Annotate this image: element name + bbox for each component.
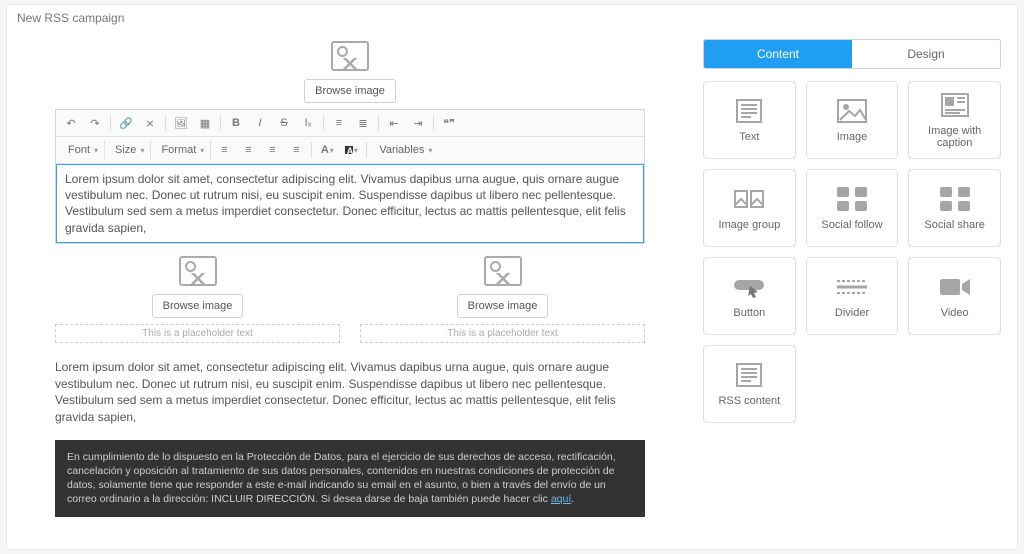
right-panel: Content Design Text Image <box>693 27 1017 549</box>
numbered-list-icon[interactable]: ≡ <box>328 113 350 133</box>
strike-button[interactable]: S <box>273 113 295 133</box>
clear-format-button[interactable]: Iₓ <box>297 113 319 133</box>
block-label: Image with caption <box>909 125 1000 149</box>
block-label: Image group <box>718 219 780 231</box>
video-block-icon <box>937 273 973 301</box>
block-label: Divider <box>835 307 869 319</box>
blockquote-icon[interactable]: ❝❞ <box>438 113 460 133</box>
toolbar-separator <box>110 115 111 131</box>
toolbar-separator <box>323 115 324 131</box>
block-label: Social follow <box>821 219 882 231</box>
social-follow-block-icon <box>834 185 870 213</box>
toolbar-separator <box>433 115 434 131</box>
align-right-icon[interactable]: ≡ <box>261 140 283 160</box>
unlink-icon[interactable]: ⨯ <box>139 113 161 133</box>
image-caption-block-right: Browse image This is a placeholder text <box>360 256 645 343</box>
block-rss-content[interactable]: RSS content <box>703 345 796 423</box>
caption-placeholder[interactable]: This is a placeholder text <box>55 324 340 343</box>
footer-unsubscribe-link[interactable]: aquí <box>551 493 571 505</box>
outdent-icon[interactable]: ⇤ <box>383 113 405 133</box>
bold-button[interactable]: B <box>225 113 247 133</box>
panel-tabs: Content Design <box>703 39 1001 69</box>
block-label: Image <box>837 131 868 143</box>
social-share-block-icon <box>937 185 973 213</box>
page-title: New RSS campaign <box>7 5 1017 27</box>
block-image-group[interactable]: Image group <box>703 169 796 247</box>
block-label: Video <box>941 307 969 319</box>
image-placeholder-icon <box>331 41 369 71</box>
body-paragraph[interactable]: Lorem ipsum dolor sit amet, consectetur … <box>55 359 645 426</box>
editor-content[interactable]: Lorem ipsum dolor sit amet, consectetur … <box>56 164 644 243</box>
legal-footer: En cumplimiento de lo dispuesto en la Pr… <box>55 440 645 517</box>
image-caption-block-icon <box>937 91 973 119</box>
italic-button[interactable]: I <box>249 113 271 133</box>
align-center-icon[interactable]: ≡ <box>237 140 259 160</box>
block-text[interactable]: Text <box>703 81 796 159</box>
toolbar-separator <box>220 115 221 131</box>
browse-image-button[interactable]: Browse image <box>152 294 244 318</box>
variables-dropdown[interactable]: Variables▾ <box>371 140 438 160</box>
toolbar-row-2: Font▾ Size▾ Format▾ ≡ ≡ ≡ ≡ A▾ A▾ Variab… <box>56 137 644 164</box>
toolbar-row-1: ↶ ↷ 🔗 ⨯ 🖼 ▦ B I S Iₓ ≡ ≣ ⇤ ⇥ <box>56 110 644 137</box>
caption-placeholder[interactable]: This is a placeholder text <box>360 324 645 343</box>
hero-image-block: Browse image <box>55 35 645 109</box>
align-justify-icon[interactable]: ≡ <box>285 140 307 160</box>
text-block-icon <box>731 97 767 125</box>
block-button[interactable]: Button <box>703 257 796 335</box>
browse-image-button[interactable]: Browse image <box>457 294 549 318</box>
indent-icon[interactable]: ⇥ <box>407 113 429 133</box>
divider-block-icon <box>834 273 870 301</box>
rss-block-icon <box>731 361 767 389</box>
image-placeholder-icon <box>484 256 522 286</box>
footer-text: En cumplimiento de lo dispuesto en la Pr… <box>67 451 616 506</box>
undo-icon[interactable]: ↶ <box>60 113 82 133</box>
image-block-icon <box>834 97 870 125</box>
format-dropdown[interactable]: Format▾ <box>153 140 211 160</box>
image-caption-block-left: Browse image This is a placeholder text <box>55 256 340 343</box>
block-label: RSS content <box>718 395 780 407</box>
image-group-block-icon <box>731 185 767 213</box>
block-label: Button <box>733 307 765 319</box>
size-dropdown[interactable]: Size▾ <box>107 140 151 160</box>
email-canvas[interactable]: Browse image ↶ ↷ 🔗 ⨯ 🖼 ▦ B I S Iₓ <box>7 27 693 549</box>
toolbar-separator <box>378 115 379 131</box>
block-image-caption[interactable]: Image with caption <box>908 81 1001 159</box>
button-block-icon <box>731 273 767 301</box>
font-dropdown[interactable]: Font▾ <box>60 140 105 160</box>
image-icon[interactable]: 🖼 <box>170 113 192 133</box>
toolbar-separator <box>311 142 312 158</box>
table-icon[interactable]: ▦ <box>194 113 216 133</box>
tab-design[interactable]: Design <box>852 40 1000 68</box>
blocks-grid: Text Image Image with caption <box>703 81 1001 423</box>
image-placeholder-icon <box>179 256 217 286</box>
tab-content[interactable]: Content <box>704 40 852 68</box>
block-divider[interactable]: Divider <box>806 257 899 335</box>
block-label: Social share <box>924 219 985 231</box>
block-label: Text <box>739 131 759 143</box>
toolbar-separator <box>165 115 166 131</box>
text-color-button[interactable]: A▾ <box>316 140 338 160</box>
align-left-icon[interactable]: ≡ <box>213 140 235 160</box>
browse-image-button[interactable]: Browse image <box>304 79 396 103</box>
block-social-share[interactable]: Social share <box>908 169 1001 247</box>
link-icon[interactable]: 🔗 <box>115 113 137 133</box>
redo-icon[interactable]: ↷ <box>84 113 106 133</box>
toolbar-separator <box>366 142 367 158</box>
rich-text-editor: ↶ ↷ 🔗 ⨯ 🖼 ▦ B I S Iₓ ≡ ≣ ⇤ ⇥ <box>55 109 645 244</box>
block-image[interactable]: Image <box>806 81 899 159</box>
bullet-list-icon[interactable]: ≣ <box>352 113 374 133</box>
block-social-follow[interactable]: Social follow <box>806 169 899 247</box>
bg-color-button[interactable]: A▾ <box>340 140 362 160</box>
block-video[interactable]: Video <box>908 257 1001 335</box>
